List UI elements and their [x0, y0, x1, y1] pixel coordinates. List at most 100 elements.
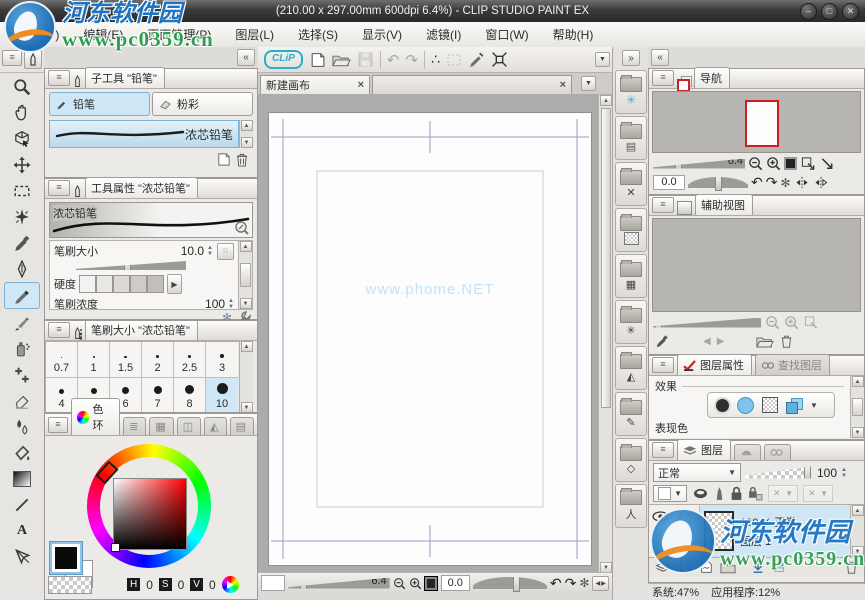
tool-gradient[interactable] [5, 466, 39, 491]
brush-size-1[interactable]: 1 [78, 342, 110, 378]
menu-select[interactable]: 选择(S) [286, 23, 350, 46]
new-canvas-icon[interactable] [309, 51, 326, 69]
layerprop-menu-button[interactable]: ≡ [652, 357, 674, 373]
new-vector-layer-icon[interactable] [699, 560, 713, 574]
nav-zoom-100-icon[interactable] [800, 156, 816, 171]
density-spinner[interactable]: ▲▼ [228, 298, 234, 309]
blend-mode-select[interactable]: 正常 ▼ [653, 463, 741, 482]
deselect-icon[interactable] [446, 52, 462, 68]
reset-rotation-icon[interactable]: ✻ [579, 576, 589, 590]
toolprop-title-tab[interactable]: 工具属性 "浓芯铅笔" [85, 177, 198, 198]
subview-fit-icon[interactable] [803, 315, 819, 330]
create-subtool-icon[interactable] [216, 152, 231, 167]
hardness-selector[interactable] [79, 275, 164, 293]
opacity-value[interactable]: 100 [817, 466, 837, 480]
brush-size-0.7[interactable]: 0.7 [46, 342, 78, 378]
layer-property-tab[interactable]: 图层属性 [677, 354, 752, 375]
tool-text[interactable]: A [5, 518, 39, 543]
color-history-tab[interactable]: ◭ [204, 417, 226, 435]
scroll-up-icon[interactable]: ▲ [600, 95, 612, 106]
brush-size-7[interactable]: 7 [142, 378, 174, 413]
canvas-viewport[interactable]: www.phome.NET [258, 94, 598, 572]
close-button[interactable]: ✕ [842, 3, 859, 20]
menu-layer[interactable]: 图层(L) [223, 23, 286, 46]
delete-layer-trash-icon[interactable] [845, 560, 858, 574]
menu-edit[interactable]: 编辑(E) [71, 23, 135, 46]
scroll-up-icon[interactable]: ▲ [241, 341, 253, 352]
menu-page[interactable]: 页面管理(P) [135, 23, 223, 46]
material-tone-button[interactable] [615, 208, 647, 252]
brush-size-10-selected[interactable]: 10 [206, 378, 238, 413]
navigator-tab[interactable]: 导航 [694, 67, 730, 88]
rotate-left-icon[interactable]: ↶ [550, 575, 562, 592]
brush-size-2.5[interactable]: 2.5 [174, 342, 206, 378]
opacity-slider[interactable] [745, 467, 811, 479]
material-create-button[interactable]: ✎ [615, 392, 647, 436]
sv-square[interactable] [113, 478, 187, 550]
nav-actual-size-icon[interactable] [819, 156, 835, 171]
brush-size-slider[interactable] [76, 261, 186, 270]
tab-list-dropdown-icon[interactable]: ▼ [581, 76, 596, 91]
nav-zoom-in-icon[interactable] [766, 156, 781, 171]
fringe-effect-icon[interactable] [737, 397, 754, 414]
redo-icon[interactable]: ↷ [405, 51, 418, 69]
v-value[interactable]: 0 [209, 578, 216, 592]
menu-help[interactable]: 帮助(H) [541, 23, 606, 46]
effect-dropdown-icon[interactable]: ▼ [810, 401, 818, 410]
toolbar-tab-icon[interactable] [24, 50, 42, 69]
brushsize-title-tab[interactable]: 笔刷大小 "浓芯铅笔" [85, 320, 198, 340]
subtool-title-tab[interactable]: 子工具 "铅笔" [85, 67, 165, 88]
subview-next-icon[interactable]: ▶ [717, 336, 725, 347]
menu-window[interactable]: 窗口(W) [473, 23, 540, 46]
zoom-preset-box[interactable] [261, 575, 285, 591]
toolprop-scrollbar[interactable]: ▲ ▼ [238, 241, 252, 309]
color-wheel-tab[interactable]: 色环 [71, 398, 120, 435]
tool-blend[interactable] [5, 414, 39, 439]
new-folder-icon[interactable] [720, 561, 736, 574]
intermediate-color-tab[interactable]: ◫ [177, 417, 201, 435]
subview-zoom-slider[interactable] [653, 318, 761, 328]
scroll-down-icon[interactable]: ▼ [852, 427, 864, 438]
collapse-left-dock-button[interactable]: « [237, 49, 255, 66]
transparent-color-swatch[interactable] [48, 576, 92, 594]
material-manga-button[interactable]: ✕ [615, 162, 647, 206]
tool-pencil[interactable] [4, 282, 40, 309]
navigator-menu-button[interactable]: ≡ [652, 70, 674, 86]
subview-zoom-in-icon[interactable] [784, 315, 799, 330]
ruler-range-button[interactable]: ✕▼ [803, 485, 833, 502]
toolprop-menu-button[interactable]: ≡ [48, 180, 70, 196]
border-effect-icon[interactable] [716, 399, 729, 412]
material-3d-figure-button[interactable]: 人 [615, 484, 647, 528]
lock-transparent-icon[interactable] [748, 486, 763, 501]
tool-frame-border[interactable] [5, 544, 39, 569]
lock-layer-icon[interactable] [730, 486, 743, 501]
material-frame-template-button[interactable]: ▦ [615, 254, 647, 298]
maximize-button[interactable]: □ [821, 3, 838, 20]
navigator-rotate-slider[interactable] [688, 177, 748, 188]
subtool-menu-button[interactable]: ≡ [48, 70, 70, 86]
animation-tab[interactable] [764, 444, 791, 460]
menu-view[interactable]: 显示(V) [350, 23, 414, 46]
canvas-tab-2[interactable]: × [372, 75, 572, 94]
layers-tab[interactable]: 图层 [677, 439, 731, 460]
zoom-in-icon[interactable] [409, 576, 422, 591]
sv-cursor[interactable] [111, 543, 120, 552]
layer-row-selected[interactable]: 100 % 正常 图层 1 [700, 505, 850, 557]
scroll-down-icon[interactable]: ▼ [240, 298, 252, 309]
material-3d-button[interactable]: ◇ [615, 438, 647, 482]
close-tab-icon[interactable]: × [358, 79, 364, 91]
material-image-button[interactable]: ◭ [615, 346, 647, 390]
brush-size-1.5[interactable]: 1.5 [110, 342, 142, 378]
color-slider-tab[interactable]: ≣ [123, 417, 146, 435]
subtool-group-tab-pencil[interactable]: 铅笔 [49, 92, 150, 116]
scroll-up-icon[interactable]: ▲ [240, 241, 252, 252]
hardness-expand-icon[interactable]: ▶ [167, 274, 182, 294]
scroll-down-icon[interactable]: ▼ [241, 402, 253, 413]
subtool-group-tab-pastel[interactable]: 粉彩 [152, 92, 253, 116]
layer-thumbnail[interactable] [704, 511, 734, 551]
color-mixing-tab[interactable]: ▤ [230, 417, 254, 435]
layers-menu-button[interactable]: ≡ [652, 442, 674, 458]
navigator-zoom-slider[interactable]: 6.4 [653, 159, 745, 169]
subview-trash-icon[interactable] [780, 334, 793, 348]
tool-hand[interactable] [5, 100, 39, 125]
